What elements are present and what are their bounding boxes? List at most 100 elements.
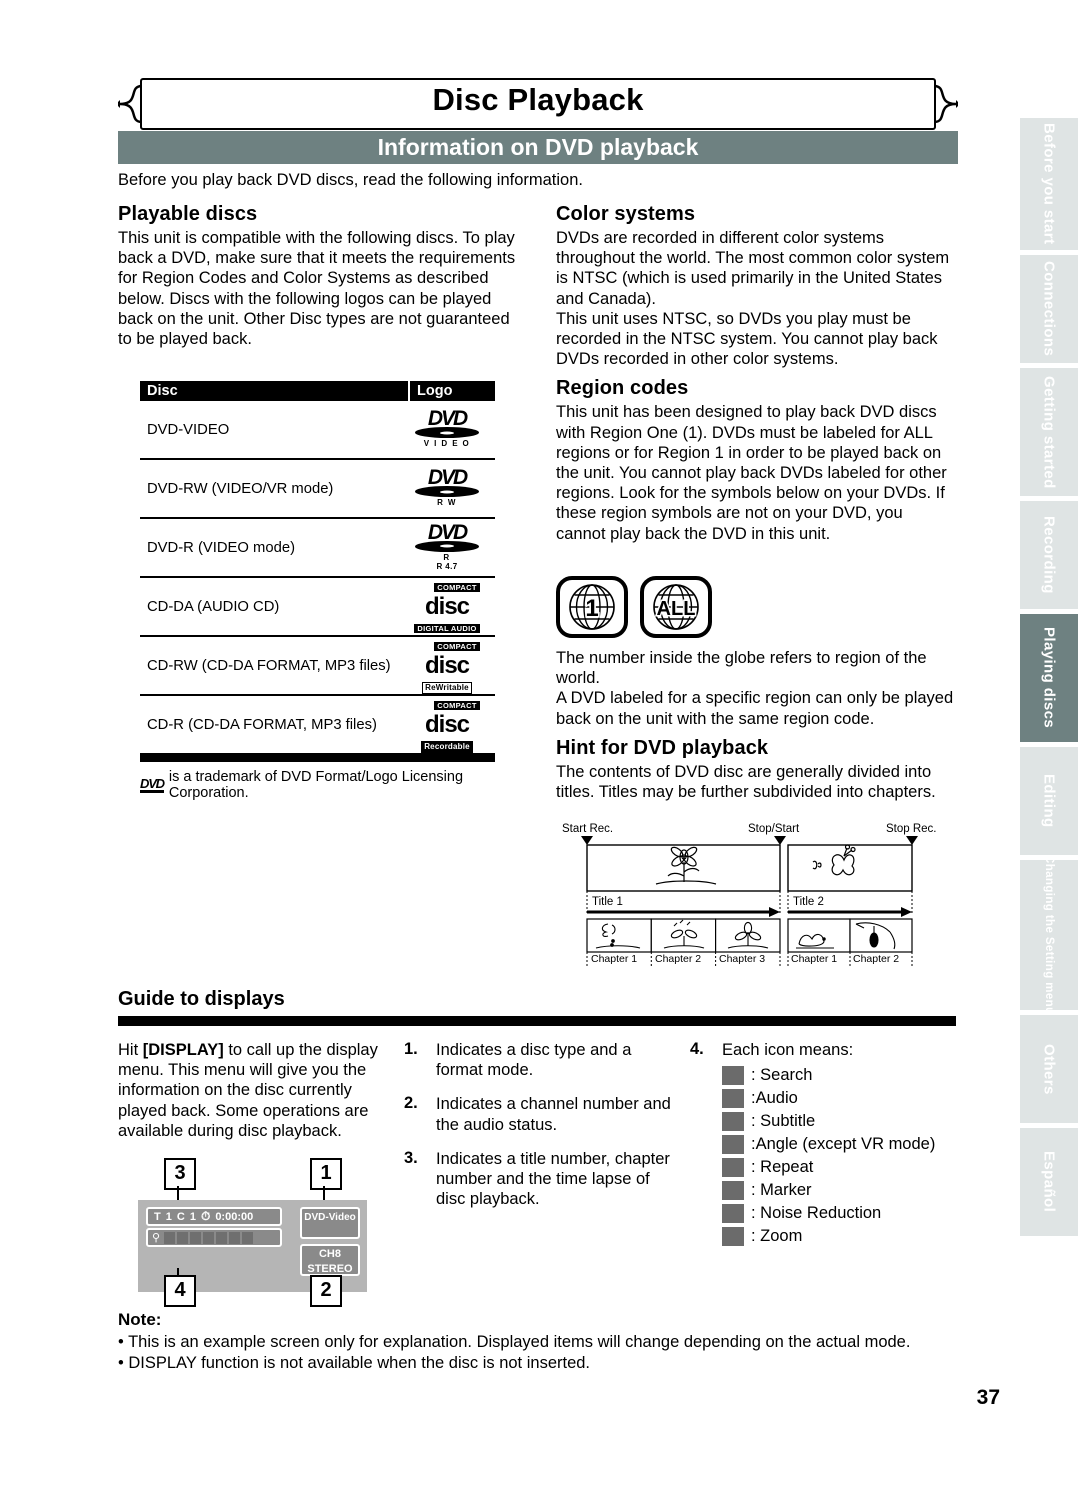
dvd-video-sublabel: V I D E O: [423, 439, 471, 448]
icon-legend-row: :Angle (except VR mode): [722, 1135, 970, 1155]
title-chapter-diagram: Start Rec. Stop/Start Stop Rec. Title 1 …: [556, 820, 956, 973]
digital-audio-label: DIGITAL AUDIO: [414, 624, 480, 633]
osd-search-icon: ⚲: [152, 1232, 161, 1244]
chapter-label: Chapter 2: [853, 953, 899, 965]
disc-name: DVD-R (VIDEO mode): [147, 539, 295, 556]
tab-getting-started[interactable]: Getting started: [1020, 368, 1078, 496]
disc-table-header: Disc Logo: [140, 381, 495, 401]
tab-playing-discs[interactable]: Playing discs: [1020, 614, 1078, 742]
left-column: Playable discs This unit is compatible w…: [118, 203, 518, 349]
color-systems-p2: This unit uses NTSC, so DVDs you play mu…: [556, 309, 938, 369]
tab-editing[interactable]: Editing: [1020, 747, 1078, 855]
osd-channel-audio: CH8 STEREO: [300, 1244, 360, 1276]
tab-label: Getting started: [1040, 375, 1058, 489]
table-row: CD-DA (AUDIO CD) COMPACT disc DIGITAL AU…: [140, 578, 495, 637]
osd-icon-slot: [190, 1231, 202, 1244]
display-key-token: [DISPLAY]: [142, 1041, 224, 1059]
item-text: Indicates a disc type and a format mode.: [436, 1041, 632, 1080]
color-systems-p1: DVDs are recorded in different color sys…: [556, 229, 950, 308]
tab-label: Español: [1040, 1151, 1058, 1213]
recordable-label: Recordable: [421, 741, 473, 753]
icon-legend-label: :Angle (except VR mode): [751, 1135, 936, 1154]
item-text: Indicates a title number, chapter number…: [436, 1149, 670, 1209]
dvd-wordmark: DVD: [427, 520, 468, 544]
tab-label: Recording: [1040, 516, 1058, 594]
diagram-title-2: Title 2: [793, 896, 824, 908]
item-text: Each icon means:: [722, 1041, 854, 1059]
section-lead-text: Before you play back DVD discs, read the…: [118, 171, 583, 189]
callout-1: 1: [310, 1158, 342, 1190]
disc-wordmark: disc: [424, 711, 470, 738]
tab-others[interactable]: Others: [1020, 1015, 1078, 1123]
disc-name: DVD-VIDEO: [147, 421, 230, 438]
icon-legend-row: : Repeat: [722, 1158, 970, 1178]
icon-legend-row: : Subtitle: [722, 1112, 970, 1132]
note-line: • DISPLAY function is not available when…: [118, 1354, 591, 1372]
compact-disc-recordable-logo: COMPACT disc Recordable: [399, 695, 495, 754]
guide-divider: [118, 1016, 956, 1026]
disc-name: CD-RW (CD-DA FORMAT, MP3 files): [147, 657, 391, 674]
note-line: • This is an example screen only for exp…: [118, 1333, 911, 1351]
playable-discs-heading: Playable discs: [118, 203, 258, 225]
section-header: Information on DVD playback: [118, 131, 958, 164]
tab-espanol[interactable]: Español: [1020, 1128, 1078, 1236]
disc-name: CD-DA (AUDIO CD): [147, 598, 280, 615]
audio-icon: [722, 1089, 744, 1109]
chapter-number: 1: [189, 1210, 196, 1223]
tab-recording[interactable]: Recording: [1020, 501, 1078, 609]
playable-discs-body: This unit is compatible with the followi…: [118, 229, 516, 349]
marker-label-start: Start Rec.: [562, 823, 613, 835]
region-globe-note-1: The number inside the globe refers to re…: [556, 649, 927, 688]
compact-disc-rewritable-logo: COMPACT disc ReWritable: [399, 636, 495, 695]
tab-label: Editing: [1040, 774, 1058, 828]
tab-label: Before you start: [1040, 123, 1058, 245]
table-row: DVD-R (VIDEO mode) DVD R R 4.7: [140, 519, 495, 578]
guide-to-displays-heading: Guide to displays: [118, 988, 285, 1010]
disc-wordmark: disc: [424, 652, 470, 679]
repeat-icon: [722, 1158, 744, 1178]
tab-connections[interactable]: Connections: [1020, 255, 1078, 363]
region-globe-note-2: A DVD labeled for a specific region can …: [556, 689, 954, 728]
list-item: 1. Indicates a disc type and a format mo…: [404, 1040, 676, 1080]
rewritable-label: ReWritable: [422, 682, 472, 694]
callout-3: 3: [164, 1158, 196, 1190]
svg-text:1: 1: [585, 595, 598, 622]
disc-wordmark: disc: [424, 593, 470, 620]
osd-icon-slot: [216, 1231, 228, 1244]
note-heading: Note:: [118, 1310, 162, 1329]
tab-before-you-start[interactable]: Before you start: [1020, 118, 1078, 250]
tab-label: Playing discs: [1040, 627, 1058, 729]
osd-time-value: 0:00:00: [215, 1210, 254, 1223]
osd-time-bar: T 1 C 1 ⏱ 0:00:00: [146, 1207, 282, 1226]
icon-legend-label: : Zoom: [751, 1227, 803, 1246]
dvd-small-logo-icon: DVD: [140, 775, 165, 793]
callout-2: 2: [310, 1275, 342, 1307]
osd-icon-slot: [164, 1231, 176, 1244]
dvd-wordmark: DVD: [427, 407, 468, 430]
table-row: DVD-VIDEO DVD V I D E O: [140, 401, 495, 460]
chapter-label: Chapter 2: [655, 953, 701, 965]
zoom-icon: [722, 1227, 744, 1247]
chapter-title-banner: Disc Playback: [118, 78, 958, 130]
subtitle-icon: [722, 1112, 744, 1132]
item-number: 4.: [690, 1040, 704, 1058]
trademark-note-text: is a trademark of DVD Format/Logo Licens…: [168, 769, 464, 801]
guide-items-column: 1. Indicates a disc type and a format mo…: [404, 1040, 676, 1223]
dvd-r-logo: DVD R R 4.7: [399, 520, 495, 571]
table-bottom-rule: [140, 755, 495, 762]
tab-label: Others: [1040, 1043, 1058, 1095]
table-row: CD-R (CD-DA FORMAT, MP3 files) COMPACT d…: [140, 696, 495, 755]
compact-label: COMPACT: [434, 642, 480, 651]
hint-body: The contents of DVD disc are generally d…: [556, 762, 936, 802]
osd-icon-slot: [177, 1231, 189, 1244]
marker-icon: [722, 1181, 744, 1201]
icon-legend-label: : Marker: [751, 1181, 812, 1200]
chapter-label: Chapter 1: [791, 953, 837, 965]
icon-legend-row: :Audio: [722, 1089, 970, 1109]
tab-changing-the-setting-menu[interactable]: Changing the Setting menu: [1020, 855, 1078, 1015]
table-row: CD-RW (CD-DA FORMAT, MP3 files) COMPACT …: [140, 637, 495, 696]
osd-channel: CH8: [318, 1248, 341, 1260]
osd-icon-slot: [203, 1231, 215, 1244]
table-row: DVD-RW (VIDEO/VR mode) DVD R W: [140, 460, 495, 519]
clock-icon: ⏱: [200, 1209, 211, 1223]
